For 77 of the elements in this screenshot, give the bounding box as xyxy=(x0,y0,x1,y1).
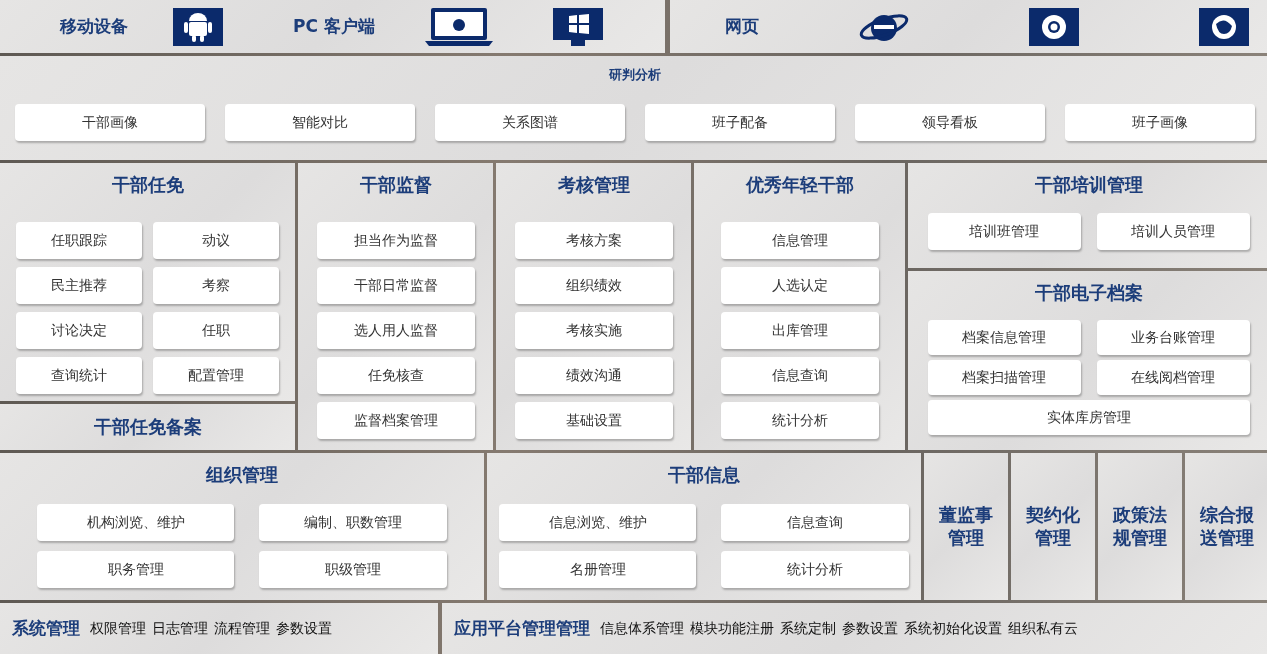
section-title: 干部培训管理 xyxy=(1034,173,1143,197)
module-button[interactable]: 组织绩效 xyxy=(514,267,673,304)
android-icon xyxy=(173,7,223,46)
module-button[interactable]: 培训班管理 xyxy=(927,213,1081,250)
module-button[interactable]: 业务台账管理 xyxy=(1096,320,1250,355)
section-title: 研判分析 xyxy=(608,66,661,84)
menu-link[interactable]: 系统初始化设置 xyxy=(904,619,1002,638)
menu-link[interactable]: 组织私有云 xyxy=(1008,619,1078,638)
module-button[interactable]: 人选认定 xyxy=(720,267,879,304)
module-tile[interactable]: 政策法规管理 xyxy=(1098,453,1182,600)
module-button[interactable]: 职级管理 xyxy=(259,551,447,588)
module-button[interactable]: 班子画像 xyxy=(1064,104,1255,141)
module-tile[interactable]: 契约化管理 xyxy=(1011,453,1095,600)
module-button[interactable]: 民主推荐 xyxy=(16,267,142,304)
menu-link[interactable]: 日志管理 xyxy=(152,619,208,638)
module-button[interactable]: 智能对比 xyxy=(224,104,415,141)
menu-link[interactable]: 参数设置 xyxy=(842,619,898,638)
module-button[interactable]: 关系图谱 xyxy=(434,104,625,141)
section-title: 干部任免 xyxy=(111,173,184,197)
section-title: 干部任免备案 xyxy=(93,415,202,439)
module-button[interactable]: 任职跟踪 xyxy=(16,222,142,259)
module-button[interactable]: 任职 xyxy=(153,312,279,349)
module-button[interactable]: 信息管理 xyxy=(720,222,879,259)
module-button[interactable]: 配置管理 xyxy=(153,357,279,394)
module-button[interactable]: 在线阅档管理 xyxy=(1096,360,1250,395)
module-button[interactable]: 档案扫描管理 xyxy=(927,360,1081,395)
module-button[interactable]: 职务管理 xyxy=(37,551,234,588)
menu-link[interactable]: 流程管理 xyxy=(214,619,270,638)
module-button[interactable]: 考核实施 xyxy=(514,312,673,349)
module-tile[interactable]: 综合报送管理 xyxy=(1185,453,1267,600)
module-button[interactable]: 出库管理 xyxy=(720,312,879,349)
module-button[interactable]: 实体库房管理 xyxy=(927,400,1250,435)
module-button[interactable]: 任免核查 xyxy=(316,357,475,394)
module-button[interactable]: 动议 xyxy=(153,222,279,259)
section-title: 系统管理 xyxy=(12,617,80,640)
section-title: 考核管理 xyxy=(557,173,630,197)
module-button[interactable]: 基础设置 xyxy=(514,402,673,439)
menu-link[interactable]: 参数设置 xyxy=(276,619,332,638)
menu-link[interactable]: 模块功能注册 xyxy=(690,619,774,638)
laptop-icon xyxy=(424,6,493,47)
module-button[interactable]: 信息浏览、维护 xyxy=(499,504,696,541)
module-button[interactable]: 统计分析 xyxy=(720,402,879,439)
windows-monitor-icon xyxy=(552,7,603,46)
module-button[interactable]: 担当作为监督 xyxy=(316,222,475,259)
menu-link[interactable]: 信息体系管理 xyxy=(600,619,684,638)
module-button[interactable]: 绩效沟通 xyxy=(514,357,673,394)
section-title: 组织管理 xyxy=(206,463,278,487)
browser-fox-icon xyxy=(1199,7,1249,46)
module-button[interactable]: 领导看板 xyxy=(854,104,1045,141)
module-button[interactable]: 监督档案管理 xyxy=(316,402,475,439)
module-tile[interactable]: 董监事管理 xyxy=(924,453,1008,600)
module-button[interactable]: 干部画像 xyxy=(14,104,205,141)
module-button[interactable]: 档案信息管理 xyxy=(927,320,1081,355)
section-title: 应用平台管理管理 xyxy=(454,617,590,640)
platform-label: 移动设备 xyxy=(60,15,128,38)
module-button[interactable]: 统计分析 xyxy=(721,551,909,588)
module-button[interactable]: 培训人员管理 xyxy=(1096,213,1250,250)
module-button[interactable]: 考察 xyxy=(153,267,279,304)
section-title: 干部信息 xyxy=(668,463,740,487)
platform-label: 网页 xyxy=(725,15,759,38)
module-button[interactable]: 考核方案 xyxy=(514,222,673,259)
module-button[interactable]: 名册管理 xyxy=(499,551,696,588)
module-button[interactable]: 编制、职数管理 xyxy=(259,504,447,541)
section-title: 优秀年轻干部 xyxy=(745,173,854,197)
module-button[interactable]: 干部日常监督 xyxy=(316,267,475,304)
module-button[interactable]: 班子配备 xyxy=(644,104,835,141)
module-button[interactable]: 讨论决定 xyxy=(16,312,142,349)
platform-label: PC 客户端 xyxy=(293,15,375,38)
section-title: 干部监督 xyxy=(359,173,432,197)
module-button[interactable]: 信息查询 xyxy=(720,357,879,394)
menu-link[interactable]: 系统定制 xyxy=(780,619,836,638)
module-button[interactable]: 机构浏览、维护 xyxy=(37,504,234,541)
module-button[interactable]: 信息查询 xyxy=(721,504,909,541)
module-button[interactable]: 查询统计 xyxy=(16,357,142,394)
section-title: 干部电子档案 xyxy=(1034,281,1143,305)
module-button[interactable]: 选人用人监督 xyxy=(316,312,475,349)
menu-link[interactable]: 权限管理 xyxy=(90,619,146,638)
